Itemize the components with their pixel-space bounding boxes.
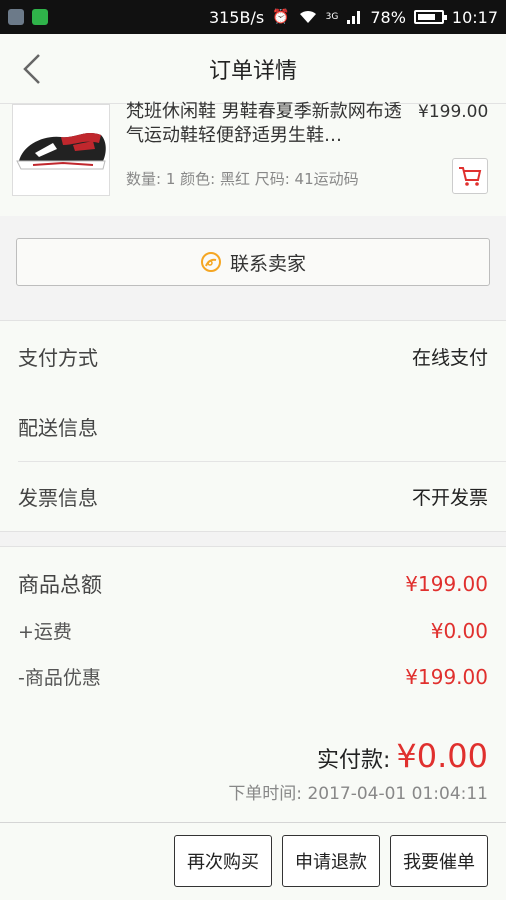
shopping-cart-icon bbox=[459, 167, 482, 186]
invoice-row[interactable]: 发票信息 不开发票 bbox=[0, 461, 506, 531]
status-bar: 315B/s ⏰ 3G 78% 10:17 bbox=[0, 0, 506, 34]
wechat-icon bbox=[32, 9, 48, 25]
shipping-row: +运费 ¥0.00 bbox=[18, 617, 488, 644]
payment-row: 支付方式 在线支付 bbox=[0, 321, 506, 391]
paid-value: ¥0.00 bbox=[396, 737, 488, 775]
net-speed: 315B/s bbox=[208, 7, 265, 27]
header: 订单详情 bbox=[0, 34, 506, 104]
discount-row: -商品优惠 ¥199.00 bbox=[18, 663, 488, 690]
payment-label: 支付方式 bbox=[18, 345, 98, 370]
order-totals-section: 商品总额 ¥199.00 +运费 ¥0.00 -商品优惠 ¥199.00 实付款… bbox=[0, 546, 506, 822]
wifi-icon bbox=[299, 10, 316, 23]
order-time: 下单时间: 2017-04-01 01:04:11 bbox=[228, 784, 488, 804]
shipping-label: +运费 bbox=[18, 621, 72, 643]
product-card[interactable]: 梵班休闲鞋 男鞋春夏季新款网布透气运动鞋轻便舒适男生鞋… ¥199.00 数量:… bbox=[0, 101, 506, 216]
order-info-section: 支付方式 在线支付 配送信息 发票信息 不开发票 bbox=[0, 320, 506, 532]
paid-amount: 实付款: ¥0.00 bbox=[317, 737, 488, 775]
goods-total-value: ¥199.00 bbox=[405, 572, 488, 596]
add-to-cart-button[interactable] bbox=[452, 158, 488, 194]
delivery-label: 配送信息 bbox=[18, 415, 98, 440]
product-specs: 数量: 1 颜色: 黑红 尺码: 41运动码 bbox=[126, 170, 359, 188]
discount-value: ¥199.00 bbox=[405, 664, 488, 689]
battery-icon bbox=[413, 10, 447, 24]
paid-label: 实付款: bbox=[316, 748, 391, 773]
page-title: 订单详情 bbox=[208, 58, 297, 84]
goods-total-row: 商品总额 ¥199.00 bbox=[18, 569, 488, 599]
signal-icon bbox=[347, 11, 361, 24]
contact-seller-button[interactable]: 联系卖家 bbox=[16, 238, 490, 286]
product-price: ¥199.00 bbox=[418, 102, 489, 122]
goods-total-label: 商品总额 bbox=[18, 573, 102, 597]
app-icon bbox=[8, 9, 24, 25]
product-image[interactable] bbox=[12, 104, 110, 196]
clock: 10:17 bbox=[451, 7, 498, 27]
shoe-image bbox=[16, 133, 106, 170]
contact-section: 联系卖家 bbox=[0, 216, 506, 306]
action-bar: 再次购买 申请退款 我要催单 bbox=[0, 822, 506, 900]
invoice-label: 发票信息 bbox=[18, 485, 98, 510]
back-button[interactable] bbox=[16, 52, 48, 86]
alarm-icon: ⏰ bbox=[272, 9, 290, 25]
discount-label: -商品优惠 bbox=[18, 667, 101, 689]
rebuy-button[interactable]: 再次购买 bbox=[174, 835, 272, 887]
network-type: 3G bbox=[325, 12, 339, 22]
shipping-value: ¥0.00 bbox=[430, 618, 488, 643]
battery-percent: 78% bbox=[370, 7, 406, 27]
refund-button[interactable]: 申请退款 bbox=[282, 835, 380, 887]
delivery-row[interactable]: 配送信息 bbox=[0, 391, 506, 461]
chat-bubble-icon bbox=[200, 252, 221, 272]
product-name[interactable]: 梵班休闲鞋 男鞋春夏季新款网布透气运动鞋轻便舒适男生鞋… bbox=[126, 100, 411, 148]
contact-seller-label: 联系卖家 bbox=[229, 252, 306, 275]
invoice-value: 不开发票 bbox=[411, 486, 488, 509]
urge-order-button[interactable]: 我要催单 bbox=[390, 835, 488, 887]
payment-value: 在线支付 bbox=[411, 346, 488, 369]
chevron-left-icon bbox=[23, 54, 40, 84]
